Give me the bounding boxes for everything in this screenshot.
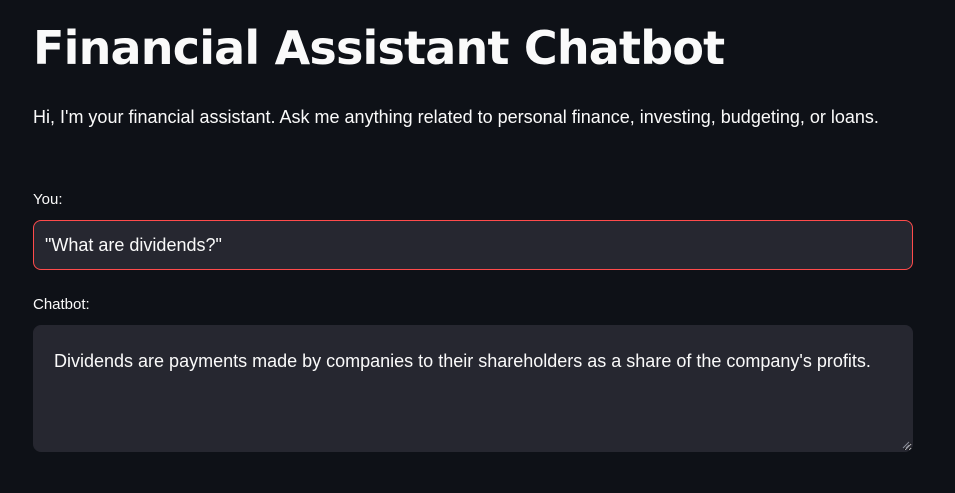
page-title: Financial Assistant Chatbot [33,21,725,75]
chatbot-label: Chatbot: [33,296,90,313]
resize-handle-icon[interactable] [901,440,910,449]
user-input-label: You: [33,191,63,208]
intro-text: Hi, I'm your financial assistant. Ask me… [33,107,879,127]
user-question-input[interactable] [33,220,913,270]
chatbot-response-textarea[interactable]: Dividends are payments made by companies… [33,325,913,452]
